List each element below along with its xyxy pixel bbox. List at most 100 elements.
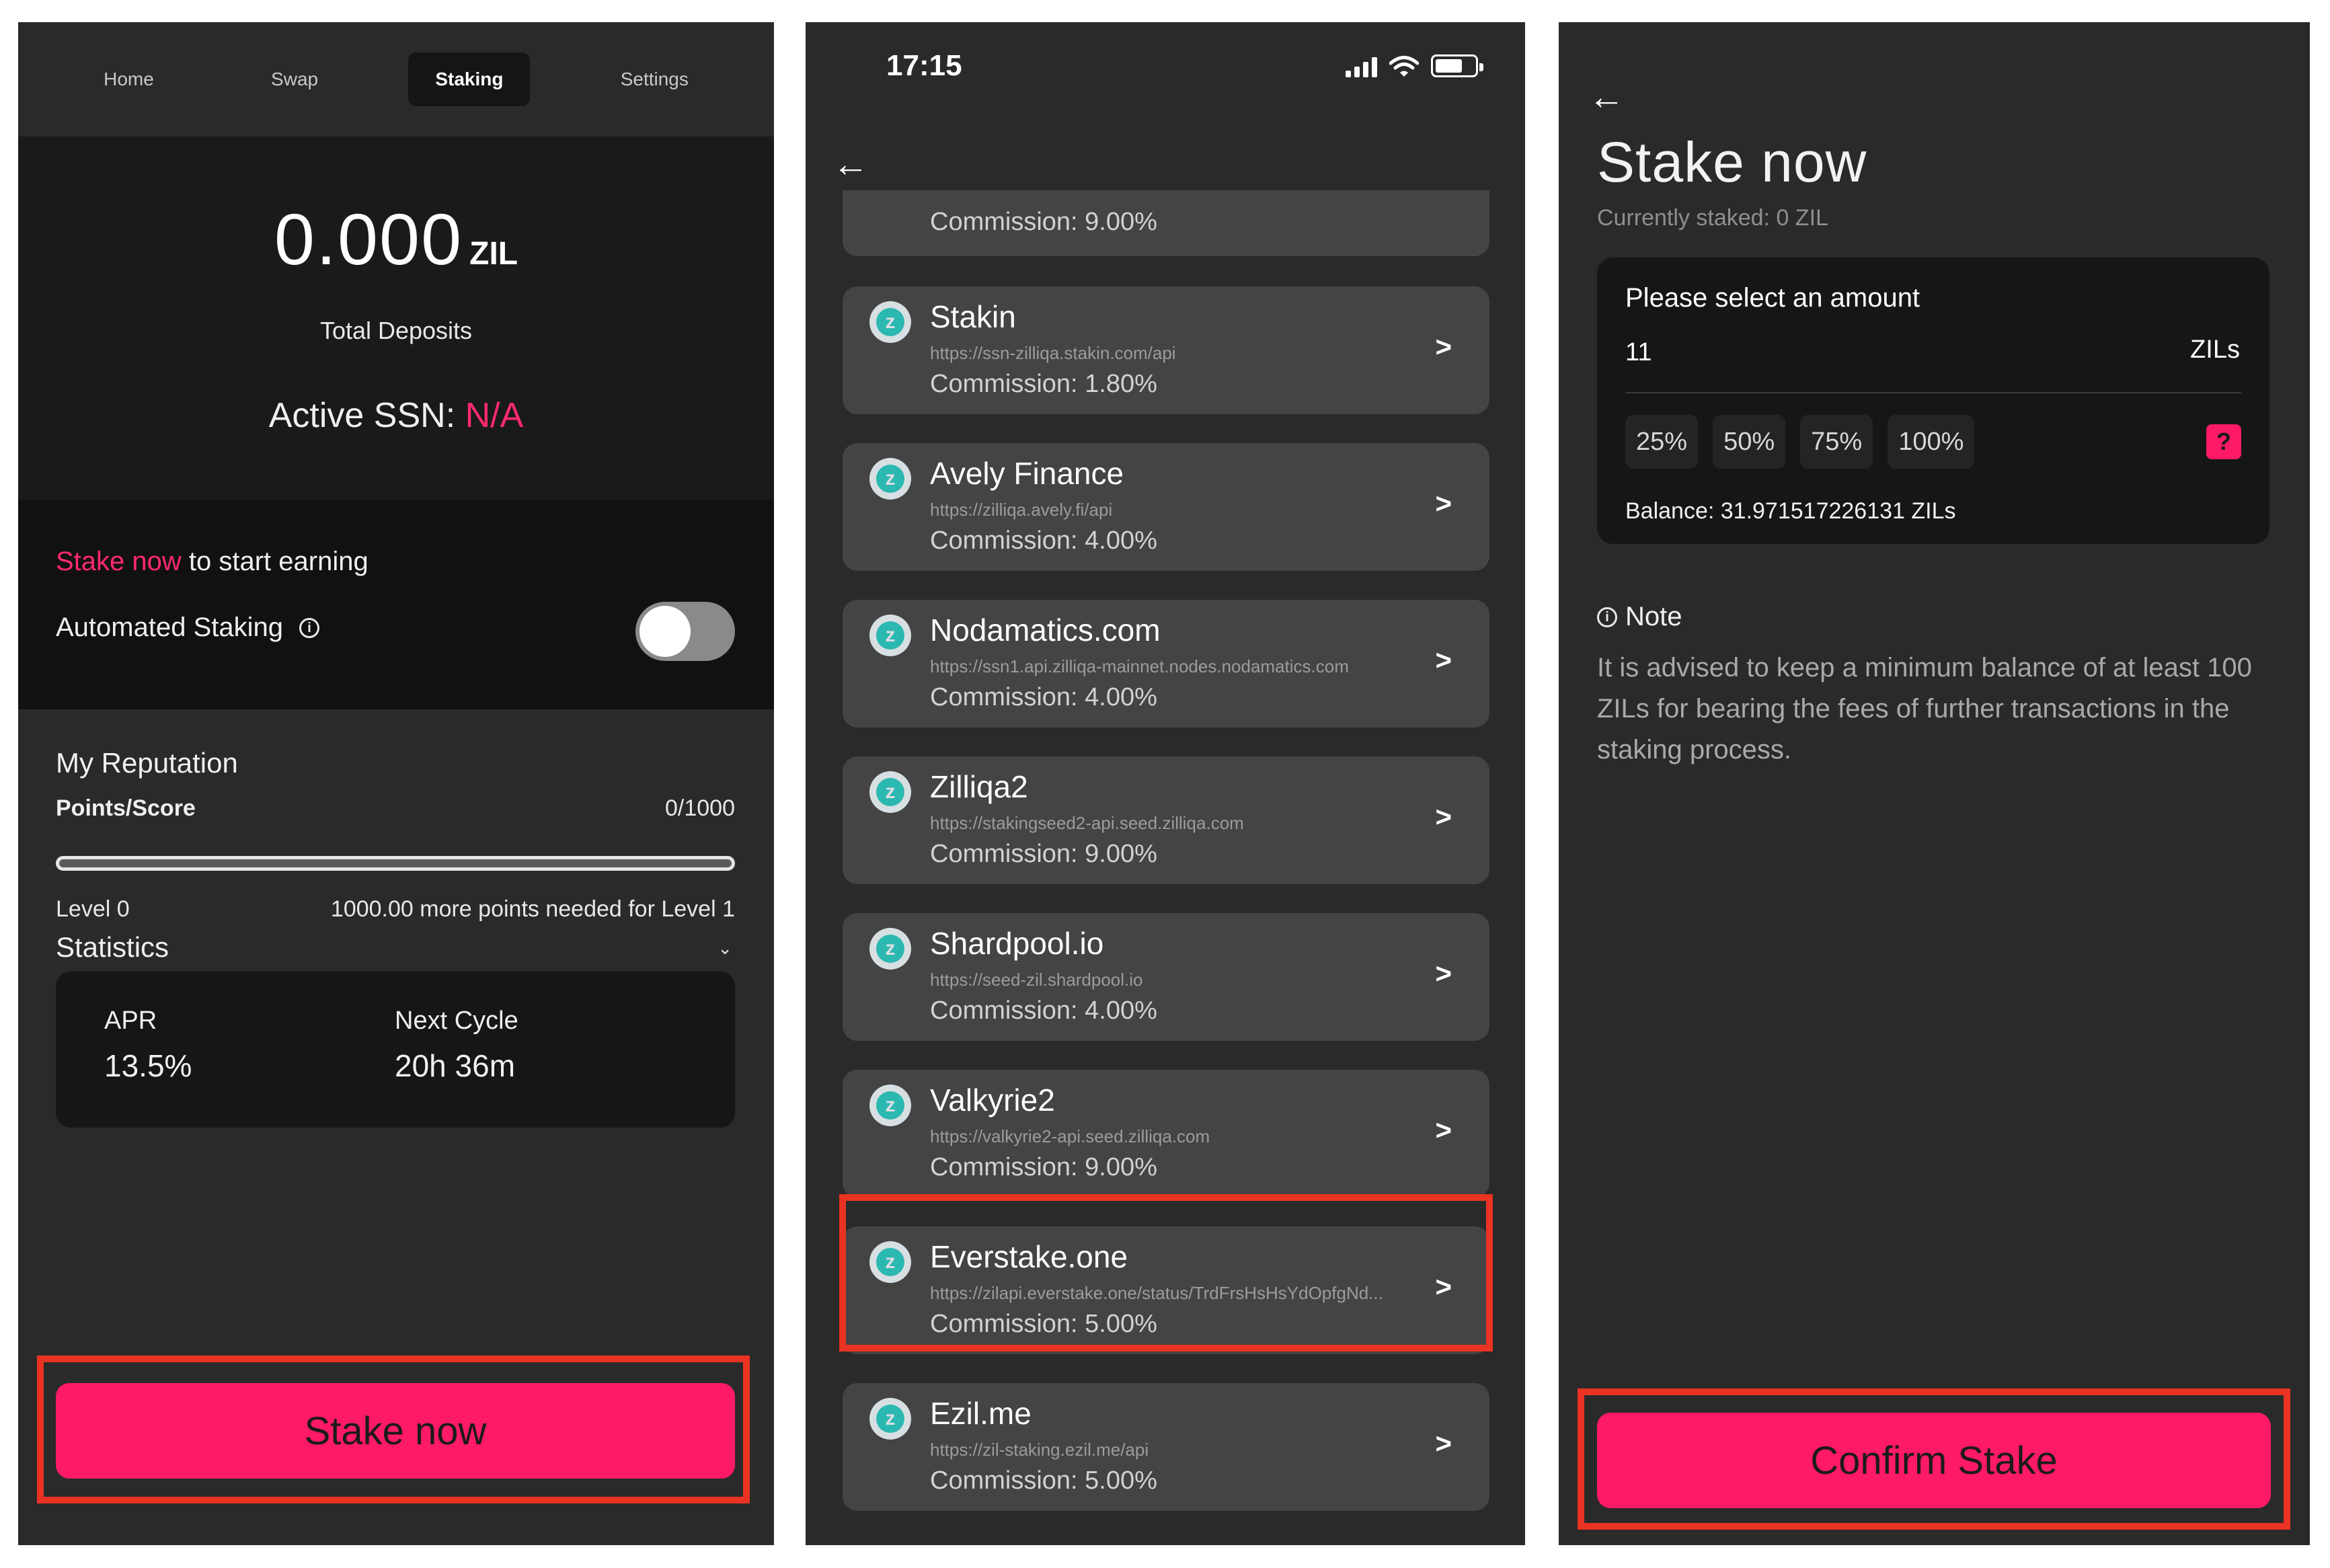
statistics-card: APR 13.5% Next Cycle 20h 36m — [56, 972, 735, 1128]
chevron-right-icon[interactable]: > — [1435, 1114, 1452, 1146]
chevron-right-icon[interactable]: > — [1435, 957, 1452, 990]
deposit-value: 0.000 — [274, 198, 463, 280]
reputation-title: My Reputation — [56, 747, 238, 779]
validator-card[interactable]: z Zilliqa2 https://stakingseed2-api.seed.z… — [843, 756, 1489, 884]
stake-now-link[interactable]: Stake now — [56, 547, 182, 576]
total-deposits-label: Total Deposits — [319, 317, 473, 344]
validator-name: Shardpool.io — [930, 926, 1104, 961]
statistics-title[interactable]: Statistics — [56, 931, 169, 964]
validator-url: https://stakingseed2-api.seed.zilliqa.co… — [930, 813, 1244, 833]
validator-commission: Commission: 9.00% — [930, 208, 1157, 236]
tab-staking[interactable]: Staking — [408, 52, 531, 106]
validator-card[interactable]: z Nodamatics.com https://ssn1.api.zilliqa-… — [843, 600, 1489, 728]
validator-url: https://ssn1.api.zilliqa-mainnet.nodes.n… — [930, 656, 1349, 676]
start-earning-text: Stake now to start earning — [56, 547, 368, 577]
start-earning-suffix: to start earning — [188, 547, 368, 576]
wifi-icon — [1389, 56, 1419, 77]
validator-commission: Commission: 4.00% — [930, 526, 1157, 555]
amount-unit: ZILs — [2190, 336, 2240, 364]
amount-prompt: Please select an amount — [1625, 283, 1920, 313]
page-title: Stake now — [1597, 130, 1867, 194]
automated-staking-row: Automated Staking i — [56, 613, 319, 643]
battery-icon — [1431, 54, 1483, 77]
validator-card-partial[interactable]: Commission: 9.00% — [843, 190, 1489, 256]
points-score-value: 0/1000 — [665, 795, 735, 821]
chevron-down-icon[interactable]: ⌄ — [717, 938, 732, 959]
zilliqa-logo-icon: z — [869, 1398, 911, 1440]
balance-text: Balance: 31.971517226131 ZILs — [1625, 498, 1956, 524]
toggle-knob — [639, 606, 691, 657]
validator-url: https://zil-staking.ezil.me/api — [930, 1440, 1149, 1460]
currently-staked: Currently staked: 0 ZIL — [1597, 205, 1828, 231]
zilliqa-logo-icon: z — [869, 928, 911, 970]
validator-card[interactable]: z Avely Finance https://zilliqa.avely.fi/a… — [843, 443, 1489, 571]
help-icon[interactable]: ? — [2206, 424, 2241, 459]
validator-commission: Commission: 4.00% — [930, 996, 1157, 1025]
validator-commission: Commission: 1.80% — [930, 370, 1157, 398]
apr-stat: APR 13.5% — [104, 1007, 192, 1084]
validator-url: https://seed-zil.shardpool.io — [930, 970, 1143, 990]
percent-75-button[interactable]: 75% — [1800, 415, 1873, 469]
chevron-right-icon[interactable]: > — [1435, 331, 1452, 363]
back-arrow-icon[interactable]: ← — [1588, 76, 1625, 118]
validator-name: Stakin — [930, 299, 1016, 334]
zilliqa-logo-icon: z — [869, 1085, 911, 1126]
validator-commission: Commission: 5.00% — [930, 1466, 1157, 1495]
chevron-right-icon[interactable]: > — [1435, 487, 1452, 520]
chevron-right-icon[interactable]: > — [1435, 801, 1452, 833]
validator-card[interactable]: z Stakin https://ssn-zilliqa.stakin.com/ap… — [843, 286, 1489, 414]
automated-staking-toggle[interactable] — [635, 602, 735, 661]
active-ssn-value: N/A — [465, 396, 524, 435]
tab-settings[interactable]: Settings — [594, 52, 715, 106]
chevron-right-icon[interactable]: > — [1435, 644, 1452, 676]
status-time: 17:15 — [886, 49, 962, 82]
note-text: It is advised to keep a minimum balance … — [1597, 653, 2252, 765]
amount-input[interactable]: 11 — [1625, 338, 1652, 367]
validator-list-panel: 17:15 ← Commission: 9.00% z Stakin https:/… — [806, 22, 1525, 1545]
validator-commission: Commission: 9.00% — [930, 1153, 1157, 1181]
stake-prompt-box: Stake now to start earning Automated Sta… — [18, 500, 774, 709]
deposits-summary: 0.000 ZIL Total Deposits Active SSN: N/A — [18, 136, 774, 500]
note-heading: i Note — [1597, 602, 1682, 632]
tab-swap[interactable]: Swap — [244, 52, 345, 106]
percent-50-button[interactable]: 50% — [1713, 415, 1786, 469]
note-title: Note — [1625, 602, 1682, 631]
chevron-right-icon[interactable]: > — [1435, 1427, 1452, 1460]
deposit-unit: ZIL — [469, 236, 518, 272]
level-label: Level 0 — [56, 896, 130, 922]
validator-card[interactable]: z Ezil.me https://zil-staking.ezil.me/api C… — [843, 1383, 1489, 1511]
info-icon[interactable]: i — [299, 617, 319, 638]
confirm-stake-button[interactable]: Confirm Stake — [1597, 1413, 2271, 1508]
top-navigation: Home Swap Staking Settings — [18, 22, 774, 136]
total-deposits-amount: 0.000 ZIL — [18, 197, 774, 281]
next-cycle-label: Next Cycle — [395, 1007, 518, 1035]
points-score-label: Points/Score — [56, 795, 196, 821]
validator-commission: Commission: 4.00% — [930, 683, 1157, 711]
validator-commission: Commission: 9.00% — [930, 840, 1157, 868]
next-cycle-value: 20h 36m — [395, 1048, 516, 1083]
validator-name: Valkyrie2 — [930, 1083, 1055, 1118]
signal-icon — [1346, 56, 1377, 77]
validator-card[interactable]: z Valkyrie2 https://valkyrie2-api.seed.zil… — [843, 1070, 1489, 1198]
level-points-needed: 1000.00 more points needed for Level 1 — [330, 896, 735, 922]
apr-value: 13.5% — [104, 1048, 192, 1083]
percent-25-button[interactable]: 25% — [1625, 415, 1699, 469]
stake-amount-panel: ← Stake now Currently staked: 0 ZIL Plea… — [1559, 22, 2310, 1545]
validator-name: Avely Finance — [930, 456, 1124, 491]
validator-url: https://valkyrie2-api.seed.zilliqa.com — [930, 1126, 1210, 1146]
tab-home[interactable]: Home — [77, 52, 181, 106]
percent-options: 25% 50% 75% 100% — [1625, 415, 1975, 469]
validator-card[interactable]: z Shardpool.io https://seed-zil.shardpool.… — [843, 913, 1489, 1041]
back-arrow-icon[interactable]: ← — [832, 143, 869, 185]
validator-name: Zilliqa2 — [930, 769, 1028, 804]
percent-100-button[interactable]: 100% — [1888, 415, 1975, 469]
validator-url: https://zilliqa.avely.fi/api — [930, 500, 1113, 520]
apr-label: APR — [104, 1007, 157, 1035]
validator-name: Nodamatics.com — [930, 613, 1161, 648]
amount-card: Please select an amount 11 ZILs 25% 50% … — [1597, 258, 2269, 544]
zilliqa-logo-icon: z — [869, 615, 911, 656]
stake-now-button[interactable]: Stake now — [56, 1383, 735, 1479]
reputation-progress-bar — [56, 856, 735, 871]
info-icon: i — [1597, 606, 1617, 627]
zilliqa-logo-icon: z — [869, 301, 911, 343]
